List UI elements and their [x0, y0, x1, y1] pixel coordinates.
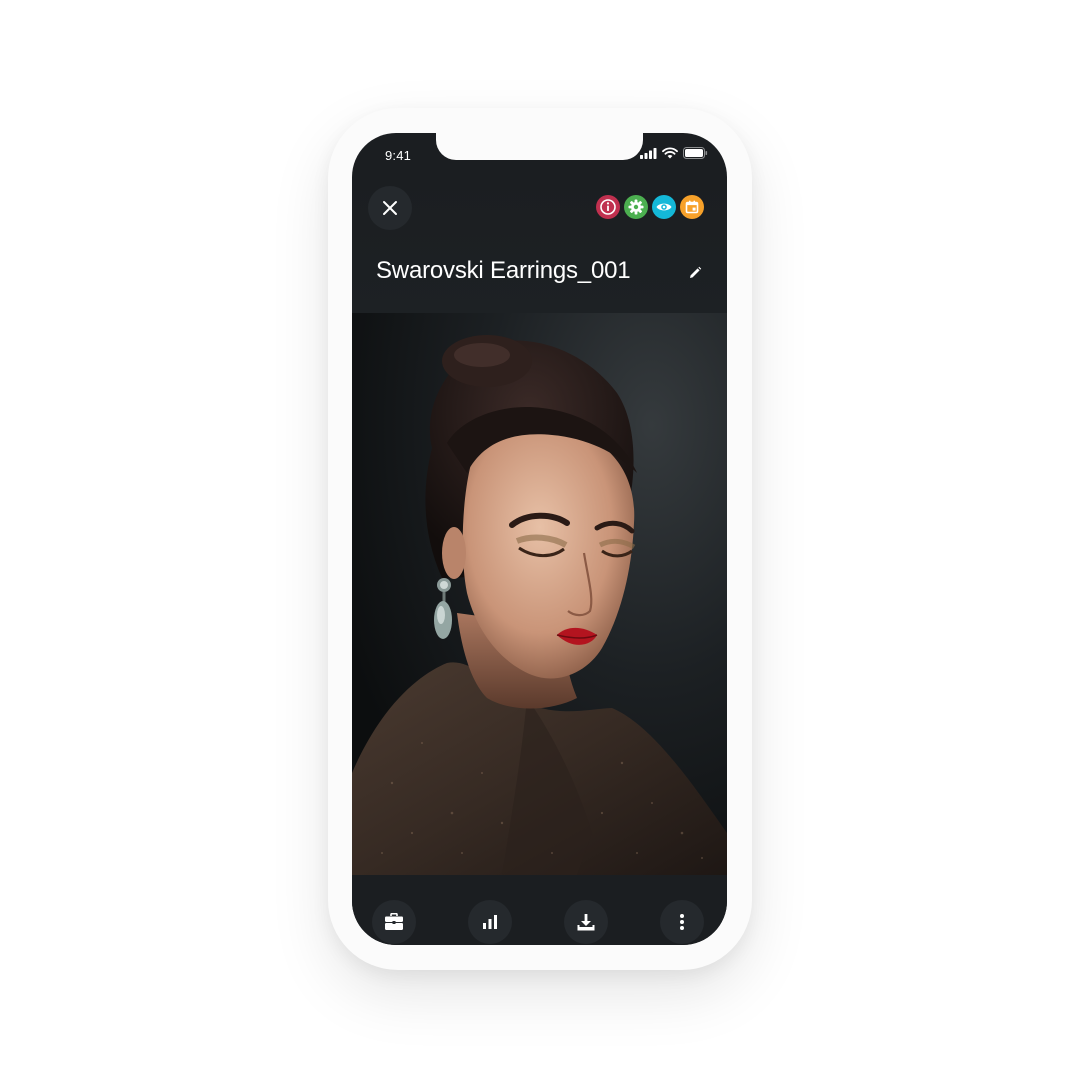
battery-icon	[683, 147, 708, 159]
gear-icon	[628, 199, 644, 215]
portrait-illustration	[352, 313, 727, 875]
phone-screen: 9:41 Swarovski Earrings_001	[352, 133, 727, 945]
close-icon	[383, 201, 397, 215]
wifi-icon	[662, 147, 678, 159]
header: Swarovski Earrings_001	[352, 177, 727, 313]
page-title: Swarovski Earrings_001	[376, 257, 631, 284]
cellular-signal-icon	[640, 147, 657, 159]
schedule-badge[interactable]	[680, 195, 704, 219]
close-button[interactable]	[368, 186, 412, 230]
portfolio-button[interactable]	[372, 900, 416, 944]
settings-badge[interactable]	[624, 195, 648, 219]
info-icon	[600, 199, 616, 215]
more-options-button[interactable]	[660, 900, 704, 944]
bottom-toolbar	[352, 875, 727, 945]
download-button[interactable]	[564, 900, 608, 944]
edit-title-button[interactable]	[683, 261, 707, 285]
info-badge[interactable]	[596, 195, 620, 219]
status-icons	[640, 147, 708, 159]
portrait-photo	[352, 313, 727, 875]
view-badge[interactable]	[652, 195, 676, 219]
stage: 9:41 Swarovski Earrings_001	[0, 0, 1080, 1080]
status-time: 9:41	[385, 148, 412, 163]
notch	[436, 133, 643, 160]
bar-chart-icon	[483, 915, 497, 929]
download-icon	[577, 914, 595, 931]
eye-icon	[656, 203, 672, 211]
pencil-icon	[690, 266, 702, 278]
badge-group	[596, 195, 704, 219]
analytics-button[interactable]	[468, 900, 512, 944]
more-vertical-icon	[680, 914, 684, 930]
calendar-icon	[685, 200, 699, 214]
briefcase-icon	[385, 913, 403, 930]
